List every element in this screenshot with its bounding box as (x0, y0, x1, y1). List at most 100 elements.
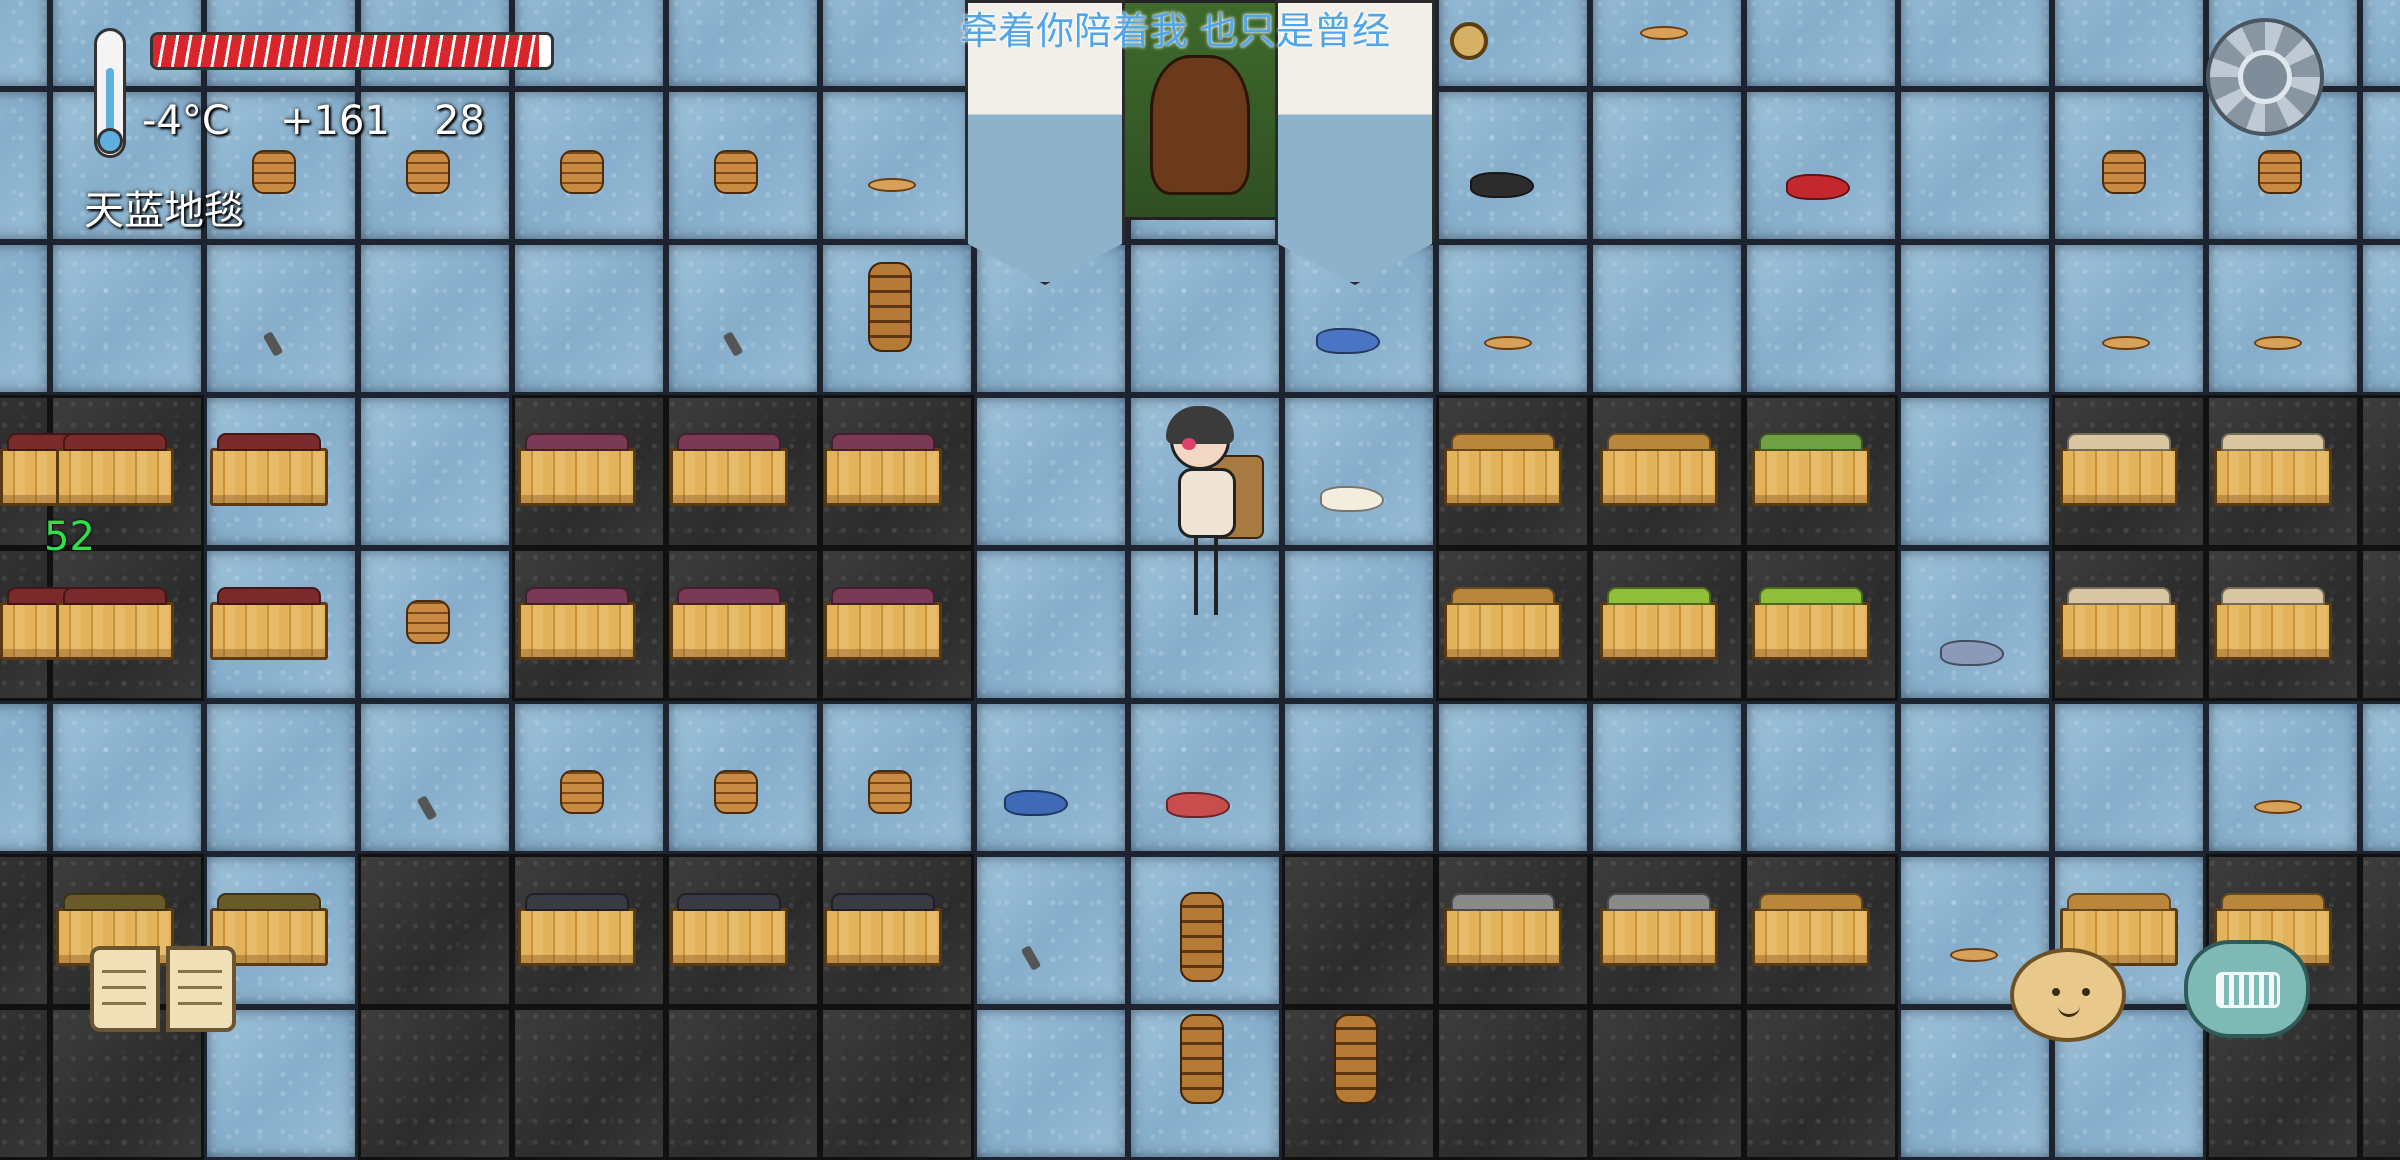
basket[interactable] (406, 150, 450, 194)
carpet-tile[interactable] (1436, 701, 1590, 854)
carpet-tile[interactable] (204, 242, 358, 395)
basket[interactable] (714, 770, 758, 814)
carpet-tile[interactable] (974, 395, 1128, 548)
carpet-tile[interactable] (1590, 0, 1744, 89)
carpet-tile[interactable] (1282, 548, 1436, 701)
carpet-tile[interactable] (1436, 242, 1590, 395)
storage-crate[interactable] (670, 433, 788, 506)
gear-icon[interactable] (2206, 18, 2324, 136)
storage-crate[interactable] (1444, 893, 1562, 966)
carpet-tile[interactable] (1898, 548, 2052, 701)
soil-tile[interactable] (0, 1007, 50, 1160)
clothing-item[interactable] (1470, 172, 1534, 198)
carpet-tile[interactable] (358, 701, 512, 854)
storage-crate[interactable] (824, 587, 942, 660)
storage-crate[interactable] (1752, 587, 1870, 660)
storage-crate[interactable] (2214, 587, 2332, 660)
carpet-tile[interactable] (2360, 242, 2400, 395)
storage-crate[interactable] (1600, 893, 1718, 966)
soil-tile[interactable] (1744, 1007, 1898, 1160)
clothing-item[interactable] (1786, 174, 1850, 200)
clay-dish[interactable] (1640, 26, 1688, 40)
carpet-tile[interactable] (2052, 0, 2206, 89)
storage-crate[interactable] (2214, 433, 2332, 506)
carpet-tile[interactable] (2052, 242, 2206, 395)
soil-tile[interactable] (820, 1007, 974, 1160)
soil-tile[interactable] (358, 854, 512, 1007)
soil-tile[interactable] (666, 1007, 820, 1160)
soil-tile[interactable] (1436, 1007, 1590, 1160)
basket[interactable] (560, 770, 604, 814)
basket[interactable] (252, 150, 296, 194)
carpet-tile[interactable] (666, 0, 820, 89)
carpet-tile[interactable] (0, 242, 50, 395)
basket[interactable] (868, 770, 912, 814)
carpet-tile[interactable] (2052, 701, 2206, 854)
basket-stack[interactable] (868, 262, 912, 352)
carpet-tile[interactable] (512, 242, 666, 395)
carpet-tile[interactable] (1744, 701, 1898, 854)
carpet-tile[interactable] (1590, 701, 1744, 854)
storage-crate[interactable] (1600, 433, 1718, 506)
carpet-tile[interactable] (1590, 242, 1744, 395)
clay-dish[interactable] (868, 178, 916, 192)
clothing-item[interactable] (1004, 790, 1068, 816)
storage-crate[interactable] (1752, 433, 1870, 506)
carpet-tile[interactable] (204, 701, 358, 854)
clay-dish[interactable] (2254, 800, 2302, 814)
carpet-tile[interactable] (0, 89, 50, 242)
carpet-tile[interactable] (1898, 0, 2052, 89)
basket[interactable] (714, 150, 758, 194)
soil-tile[interactable] (2360, 854, 2400, 1007)
storage-crate[interactable] (518, 893, 636, 966)
carpet-tile[interactable] (1590, 89, 1744, 242)
basket[interactable] (2102, 150, 2146, 194)
carpet-tile[interactable] (50, 242, 204, 395)
clay-dish[interactable] (2102, 336, 2150, 350)
storage-crate[interactable] (518, 433, 636, 506)
storage-crate[interactable] (1444, 433, 1562, 506)
carpet-tile[interactable] (1744, 0, 1898, 89)
soil-tile[interactable] (2360, 1007, 2400, 1160)
carpet-tile[interactable] (820, 0, 974, 89)
storage-crate[interactable] (56, 587, 174, 660)
potato-face-icon[interactable] (2010, 948, 2126, 1042)
storage-crate[interactable] (2060, 587, 2178, 660)
carpet-tile[interactable] (1128, 701, 1282, 854)
soil-tile[interactable] (0, 854, 50, 1007)
carpet-tile[interactable] (974, 854, 1128, 1007)
storage-crate[interactable] (1752, 893, 1870, 966)
carpet-tile[interactable] (2206, 242, 2360, 395)
carpet-tile[interactable] (0, 0, 50, 89)
storage-crate[interactable] (670, 893, 788, 966)
storage-crate[interactable] (824, 433, 942, 506)
carpet-tile[interactable] (2360, 89, 2400, 242)
clay-dish[interactable] (1484, 336, 1532, 350)
clothing-item[interactable] (1320, 486, 1384, 512)
clothing-item[interactable] (1940, 640, 2004, 666)
storage-crate[interactable] (1600, 587, 1718, 660)
carpet-tile[interactable] (1898, 89, 2052, 242)
soil-tile[interactable] (2360, 548, 2400, 701)
carpet-tile[interactable] (1436, 89, 1590, 242)
carpet-tile[interactable] (1898, 242, 2052, 395)
carpet-tile[interactable] (1744, 242, 1898, 395)
horse[interactable] (1150, 55, 1250, 195)
carpet-tile[interactable] (1898, 395, 2052, 548)
carpet-tile[interactable] (974, 1007, 1128, 1160)
basket[interactable] (2258, 150, 2302, 194)
carpet-tile[interactable] (358, 395, 512, 548)
soil-tile[interactable] (2360, 395, 2400, 548)
clothing-item[interactable] (1316, 328, 1380, 354)
carpet-tile[interactable] (2206, 701, 2360, 854)
carpet-tile[interactable] (1898, 701, 2052, 854)
storage-crate[interactable] (670, 587, 788, 660)
basket-stack[interactable] (1334, 1014, 1378, 1104)
carpet-tile[interactable] (0, 701, 50, 854)
storage-crate[interactable] (1444, 587, 1562, 660)
coin-item[interactable] (1450, 22, 1488, 60)
clothing-item[interactable] (1166, 792, 1230, 818)
carpet-tile[interactable] (358, 242, 512, 395)
clay-dish[interactable] (1950, 948, 1998, 962)
carpet-tile[interactable] (50, 701, 204, 854)
